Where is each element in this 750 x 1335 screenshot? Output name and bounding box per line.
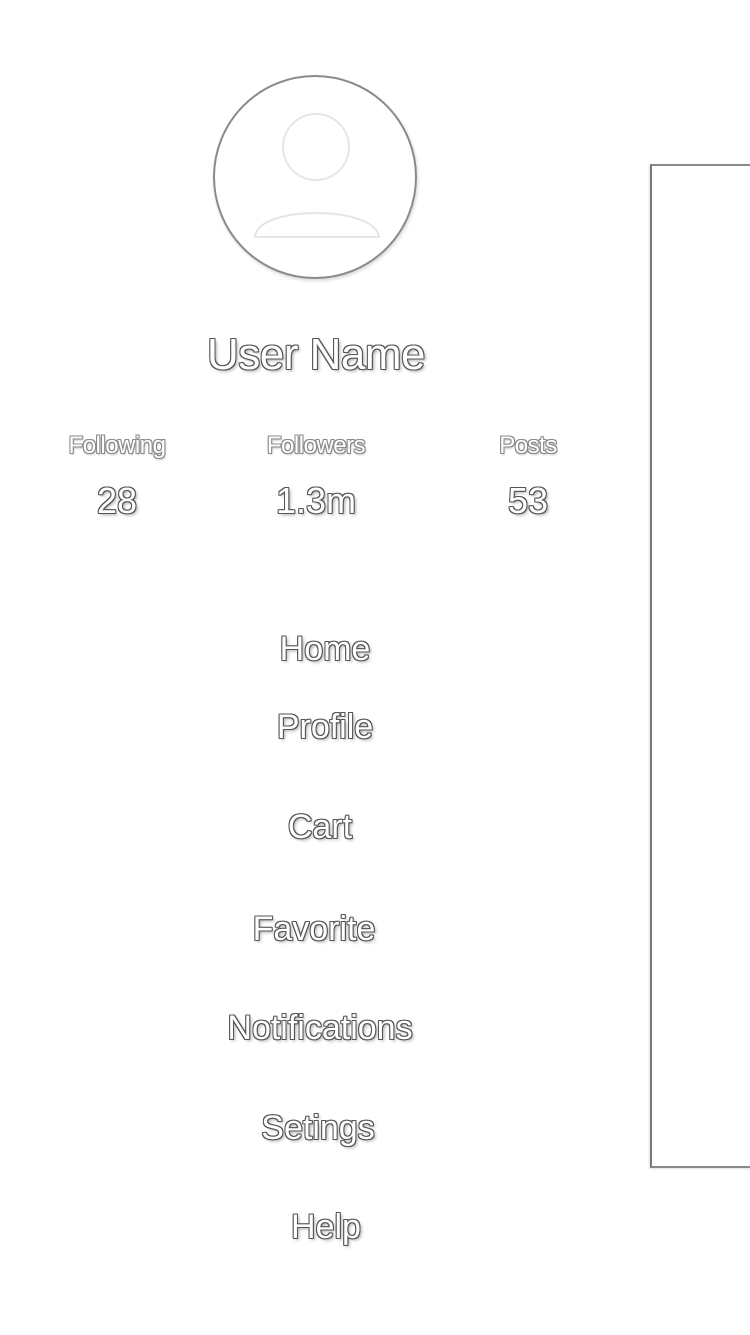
menu-item-help[interactable]: Help xyxy=(6,1208,646,1247)
menu-item-favorite[interactable]: Favorite xyxy=(0,910,634,949)
stat-label: Posts xyxy=(499,432,557,459)
user-silhouette-icon xyxy=(253,113,381,238)
stat-label: Followers xyxy=(266,432,366,459)
stat-value: 1.3m xyxy=(275,480,357,521)
user-name: User Name xyxy=(207,330,426,379)
stat-following[interactable]: Following 28 xyxy=(37,432,197,522)
stat-posts[interactable]: Posts 53 xyxy=(448,432,608,522)
stat-value: 28 xyxy=(96,480,138,521)
stat-followers[interactable]: Followers 1.3m xyxy=(236,432,396,522)
avatar[interactable] xyxy=(213,75,417,279)
menu-item-home[interactable]: Home xyxy=(5,630,645,669)
menu-item-profile[interactable]: Profile xyxy=(5,708,645,747)
stat-label: Following xyxy=(68,432,166,459)
main-content-panel[interactable] xyxy=(650,164,750,1168)
menu-item-cart[interactable]: Cart xyxy=(0,808,640,847)
menu-item-settings[interactable]: Setings xyxy=(0,1109,638,1148)
menu-item-notifications[interactable]: Notifications xyxy=(0,1009,640,1048)
stat-value: 53 xyxy=(507,480,549,521)
